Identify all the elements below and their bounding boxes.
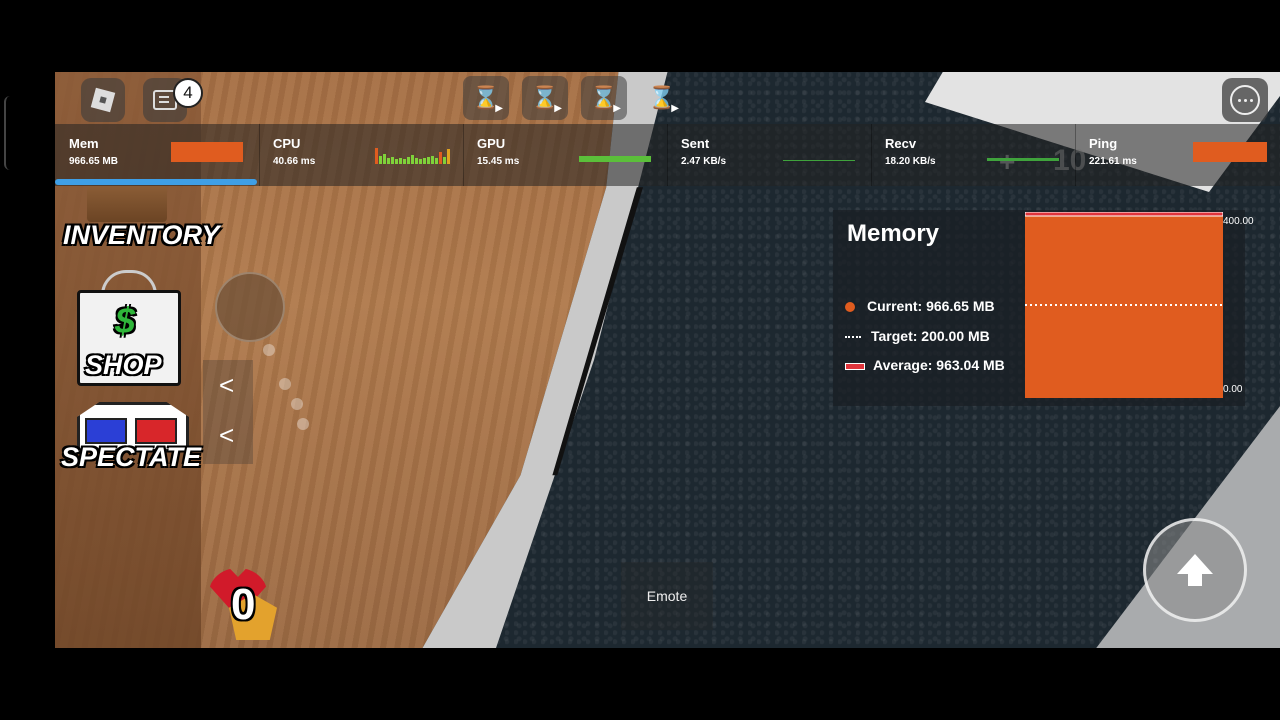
stat-value: 15.45 ms [477, 156, 520, 167]
stat-label: Recv [885, 136, 917, 151]
stat-label: CPU [273, 136, 301, 151]
up-arrow-icon [1177, 554, 1213, 586]
play-icon: ▶ [671, 103, 679, 114]
play-icon: ▶ [613, 103, 621, 114]
stat-value: 221.61 ms [1089, 156, 1137, 167]
stat-mem[interactable]: Mem 966.65 MB [55, 124, 260, 186]
average-swatch [845, 362, 865, 370]
current-swatch [845, 302, 855, 313]
memory-title: Memory [847, 220, 940, 247]
legend-target-text: Target: 200.00 MB [871, 328, 990, 344]
stat-value: 966.65 MB [69, 156, 118, 167]
cpu-graph [375, 146, 450, 164]
game-viewport[interactable]: + 10 4 ⌛▶ ⌛▶ ⌛▶ ⌛▶ Mem 966.65 MB CPU 40.… [55, 72, 1280, 648]
recv-graph [987, 158, 1059, 161]
stat-label: Sent [681, 136, 710, 151]
hourglass-button-3[interactable]: ⌛ ▶ [581, 76, 627, 120]
screen-edge-handle [4, 96, 12, 170]
thumbstick-trail [263, 344, 275, 356]
stat-value: 18.20 KB/s [885, 156, 936, 167]
hourglass-button-1[interactable]: ⌛ ▶ [463, 76, 509, 120]
stat-ping[interactable]: Ping 221.61 ms [1075, 124, 1280, 186]
sent-graph [783, 160, 855, 161]
performance-stats-bar: Mem 966.65 MB CPU 40.66 ms GPU 15.45 ms … [55, 124, 1280, 186]
play-icon: ▶ [554, 103, 562, 114]
shop-button[interactable]: SHOP [85, 350, 162, 381]
more-options-button[interactable] [1222, 78, 1268, 122]
play-icon: ▶ [495, 103, 503, 114]
legend-average: Average: 963.04 MB [845, 357, 1005, 373]
thumbstick-trail [291, 398, 303, 410]
memory-average-line [1025, 212, 1223, 217]
ping-graph [1193, 142, 1267, 162]
stat-label: GPU [477, 136, 506, 151]
stat-cpu[interactable]: CPU 40.66 ms [259, 124, 464, 186]
inventory-button[interactable]: INVENTORY [63, 220, 220, 251]
stat-value: 2.47 KB/s [681, 156, 727, 167]
stat-label: Ping [1089, 136, 1118, 151]
lens-red [135, 418, 177, 444]
roblox-menu-button[interactable] [81, 78, 125, 122]
legend-average-text: Average: 963.04 MB [873, 357, 1005, 373]
spectate-button[interactable]: SPECTATE [61, 442, 201, 473]
emote-label: Emote [646, 588, 688, 604]
jump-button[interactable] [1143, 518, 1247, 622]
legend-current-text: Current: 966.65 MB [867, 298, 995, 314]
roblox-logo-icon [90, 87, 116, 113]
stat-sent[interactable]: Sent 2.47 KB/s [667, 124, 872, 186]
target-swatch [845, 336, 861, 339]
dollar-icon: $ [115, 300, 136, 341]
memory-chart-svg [1025, 212, 1223, 398]
axis-min-label: 0.00 [1223, 384, 1243, 395]
hourglass-button-2[interactable]: ⌛ ▶ [522, 76, 568, 120]
stat-recv[interactable]: Recv 18.20 KB/s [871, 124, 1076, 186]
legend-current: Current: 966.65 MB [845, 298, 995, 314]
hourglass-button-4[interactable]: ⌛ ▶ [639, 76, 685, 120]
mem-selected-underline [55, 179, 257, 185]
thumbstick[interactable] [215, 272, 285, 342]
mem-graph [171, 142, 243, 162]
thumbstick-trail [297, 418, 309, 430]
memory-chart [1025, 212, 1223, 398]
thumbstick-trail [279, 378, 291, 390]
collapse-button-2[interactable]: < [219, 420, 234, 451]
stat-value: 40.66 ms [273, 156, 316, 167]
lens-blue [85, 418, 127, 444]
inventory-crate-icon [87, 186, 167, 222]
stat-label: Mem [69, 136, 99, 151]
legend-target: Target: 200.00 MB [845, 328, 990, 344]
axis-max-label: 400.00 [1223, 216, 1254, 227]
more-options-icon [1230, 85, 1260, 115]
collapse-button-1[interactable]: < [219, 370, 234, 401]
emote-button[interactable]: Emote [621, 562, 713, 630]
chat-badge: 4 [173, 78, 203, 108]
gpu-graph [579, 156, 651, 162]
heart-counter: 0 [231, 580, 256, 629]
memory-current-bar [1025, 212, 1223, 398]
stat-gpu[interactable]: GPU 15.45 ms [463, 124, 668, 186]
